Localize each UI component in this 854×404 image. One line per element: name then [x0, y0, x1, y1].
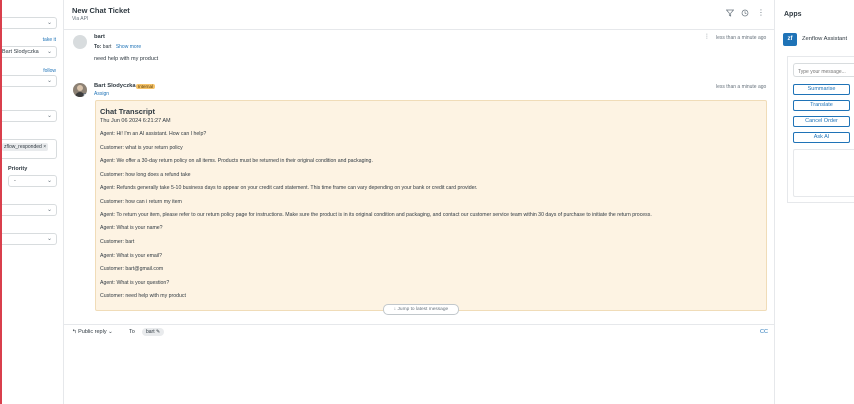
custom-field-select[interactable]: ⌄	[2, 233, 57, 245]
reply-editor[interactable]	[64, 340, 774, 404]
brand-select[interactable]: ⌄	[2, 17, 57, 29]
reply-type-select[interactable]: ↰ Public reply ⌄	[72, 329, 113, 335]
apps-panel: Apps zf Zenflow Assistant Summarise Tran…	[774, 0, 854, 404]
chevron-down-icon: ⌄	[46, 236, 52, 242]
priority-select[interactable]: - ⌄	[8, 175, 57, 187]
chat-transcript: Chat Transcript Thu Jun 06 2024 6:21:27 …	[95, 100, 767, 315]
follow-link[interactable]: follow	[43, 68, 56, 74]
conversation-pane: New Chat Ticket Via API ⋮ bart To: bart …	[64, 0, 774, 404]
transcript-line: Agent: What is your email?	[100, 253, 162, 259]
chevron-down-icon: ⌄	[46, 78, 52, 84]
reply-type-label: Public reply	[78, 329, 107, 335]
transcript-line: Agent: Refunds generally take 5-10 busin…	[100, 185, 478, 191]
transcript-line: Customer: what is your return policy	[100, 145, 183, 151]
show-more-link[interactable]: Show more	[116, 44, 141, 50]
avatar	[73, 83, 87, 97]
cancel-order-button[interactable]: Cancel Order	[793, 116, 850, 127]
chevron-down-icon: ⌄	[46, 207, 52, 213]
transcript-line: Customer: need help with my product	[100, 293, 186, 299]
ticket-channel: Via API	[72, 16, 89, 22]
arrow-down-icon: ↓	[393, 307, 397, 312]
transcript-title: Chat Transcript	[100, 107, 156, 116]
transcript-line: Agent: What is your question?	[100, 280, 170, 286]
app-name: Zenflow Assistant	[802, 36, 848, 42]
ticket-header: New Chat Ticket Via API ⋮	[64, 0, 774, 30]
reply-toolbar: ↰ Public reply ⌄ To bart ✎ CC	[64, 324, 774, 340]
message-timestamp: less than a minute ago	[716, 84, 767, 90]
chevron-down-icon: ⌄	[46, 49, 52, 55]
take-it-link[interactable]: take it	[43, 37, 56, 43]
priority-value: -	[14, 178, 16, 184]
transcript-line: Customer: bart	[100, 239, 135, 245]
jump-to-latest-button[interactable]: ↓ Jump to latest message	[383, 304, 459, 315]
close-icon[interactable]: ×	[43, 144, 46, 150]
to-label: To:	[94, 44, 102, 50]
transcript-line: Customer: bart@gmail.com	[100, 266, 164, 272]
message-recipients: To: bart Show more	[94, 44, 141, 50]
app-logo-icon: zf	[783, 33, 797, 46]
transcript-line: Agent: We offer a 30-day return policy o…	[100, 158, 373, 164]
message-author: bart	[94, 34, 105, 40]
internal-note-badge: Internal	[136, 84, 156, 89]
ask-ai-button[interactable]: Ask AI	[793, 132, 850, 143]
assignee-value: Bart Slodyczka	[2, 49, 39, 55]
ticket-properties-panel: ⌄ take it Bart Slodyczka ⌄ follow ⌄ ⌄ zf…	[2, 0, 64, 404]
message-timestamp: less than a minute ago	[716, 35, 767, 41]
message-body: need help with my product	[94, 56, 159, 62]
chevron-down-icon: ⌄	[46, 178, 52, 184]
translate-button[interactable]: Translate	[793, 100, 850, 111]
summarise-button[interactable]: Summarise	[793, 84, 850, 95]
tags-field[interactable]: zflow_responded ×	[2, 139, 57, 159]
cc-link[interactable]: CC	[760, 329, 768, 335]
transcript-line: Customer: how can i return my item	[100, 199, 182, 205]
recipient-name: bart	[146, 329, 155, 335]
avatar	[73, 35, 87, 49]
jump-label: Jump to latest message	[397, 307, 449, 312]
chevron-down-icon: ⌄	[46, 113, 52, 119]
app-response-area	[793, 149, 854, 197]
message-author: Bart Slodyczka	[94, 83, 136, 89]
history-icon[interactable]	[741, 9, 749, 19]
more-vertical-icon[interactable]: ⋮	[757, 8, 765, 17]
pencil-icon[interactable]: ✎	[156, 329, 160, 335]
chevron-down-icon: ⌄	[46, 20, 52, 26]
tag-label: zflow_responded	[4, 144, 42, 150]
to-value: bart	[102, 44, 112, 50]
tag-chip[interactable]: zflow_responded ×	[2, 143, 49, 151]
filter-icon[interactable]	[725, 9, 735, 19]
transcript-line: Agent: What is your name?	[100, 225, 163, 231]
transcript-date: Thu Jun 06 2024 6:21:27 AM	[100, 118, 171, 124]
priority-label: Priority	[8, 166, 28, 172]
transcript-line: Customer: how long does a refund take	[100, 172, 191, 178]
to-label: To	[129, 329, 135, 335]
type-select[interactable]: ⌄	[2, 110, 57, 122]
chevron-down-icon: ⌄	[108, 329, 113, 335]
ticket-title: New Chat Ticket	[72, 6, 130, 15]
assign-link[interactable]: Assign	[94, 91, 109, 97]
message-input[interactable]	[793, 63, 854, 77]
assignee-select[interactable]: Bart Slodyczka ⌄	[2, 46, 57, 58]
recipient-chip[interactable]: bart ✎	[142, 328, 165, 336]
reply-arrow-icon: ↰	[72, 329, 77, 335]
apps-title: Apps	[784, 11, 802, 18]
transcript-line: Agent: To return your item, please refer…	[100, 212, 652, 218]
transcript-line: Agent: Hi! I'm an AI assistant. How can …	[100, 131, 207, 137]
followers-select[interactable]: ⌄	[2, 75, 57, 87]
custom-field-select[interactable]: ⌄	[2, 204, 57, 216]
more-vertical-icon[interactable]: ⋮	[704, 33, 710, 40]
